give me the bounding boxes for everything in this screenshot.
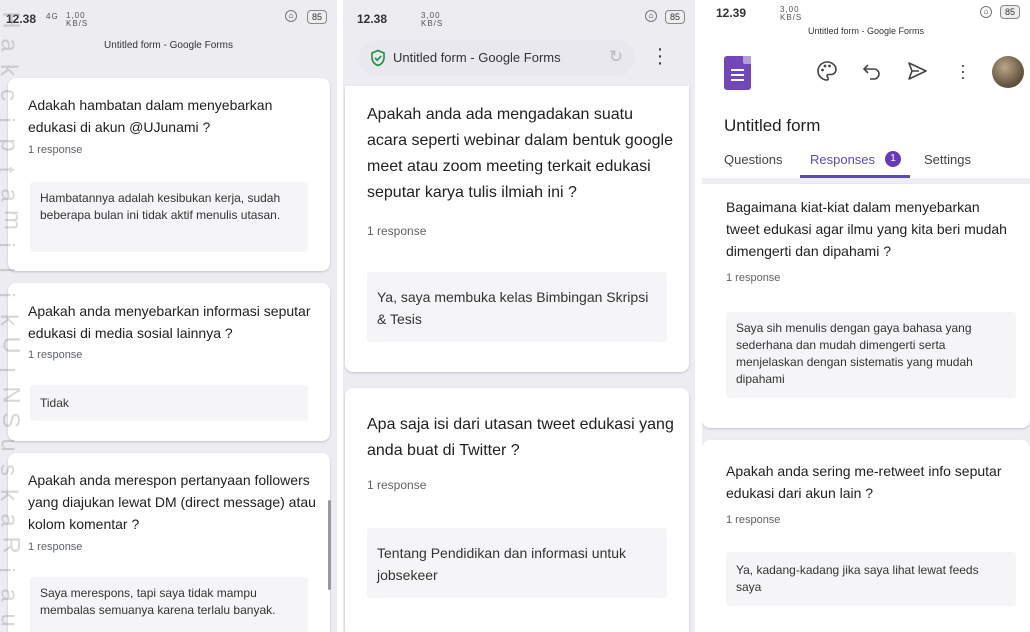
url-bar[interactable]: Untitled form - Google Forms ↻ xyxy=(359,40,635,76)
watermark-letter: u xyxy=(0,438,23,451)
watermark-letter: R xyxy=(0,536,25,554)
lock-icon: ⌂ xyxy=(645,10,657,22)
watermark-letter: U xyxy=(0,336,25,354)
question-text: Apakah anda ada mengadakan suatu acara s… xyxy=(367,106,673,201)
battery-indicator: 85 xyxy=(664,10,685,24)
screenshot-panel-1: 12.38 4G 1,00 KB/S ⌂ 85 Untitled form - … xyxy=(0,0,337,632)
watermark-letter: a xyxy=(0,188,23,201)
status-time: 12.39 xyxy=(716,6,747,20)
battery-indicator: 85 xyxy=(306,10,327,24)
question-text: Adakah hambatan dalam menyebarkan edukas… xyxy=(28,97,273,135)
answer-text: Saya sih menulis dengan gaya bahasa yang… xyxy=(726,312,1016,398)
watermark-letter: a xyxy=(0,38,23,51)
active-tab-indicator xyxy=(800,175,910,178)
status-speed: 3,00 KB/S xyxy=(421,11,444,28)
palette-icon[interactable] xyxy=(816,60,838,82)
responses-count-badge: 1 xyxy=(885,151,901,167)
avatar[interactable] xyxy=(992,56,1024,88)
status-speed: 1,00 KB/S xyxy=(66,11,89,28)
question-text: Apakah anda sering me-retweet info seput… xyxy=(726,463,1002,501)
response-card: Apakah anda menyebarkan informasi seputa… xyxy=(8,283,330,441)
response-count: 1 response xyxy=(726,514,781,526)
watermark-letter: s xyxy=(0,464,22,476)
response-card: Apakah anda ada mengadakan suatu acara s… xyxy=(345,86,689,372)
response-card: Apakah anda sering me-retweet info seput… xyxy=(702,440,1030,632)
page-title: Untitled form - Google Forms xyxy=(807,26,925,36)
watermark-letter: k xyxy=(0,489,22,501)
watermark-letter: p xyxy=(0,138,23,151)
watermark-letter: m xyxy=(0,210,26,230)
more-options-icon[interactable]: · · · xyxy=(958,56,968,86)
question-text: Apakah anda merespon pertanyaan follower… xyxy=(28,472,316,532)
tab-questions[interactable]: Questions xyxy=(724,152,783,167)
screenshot-panel-2: 12.38 3,00 KB/S ⌂ 85 Untitled form - Goo… xyxy=(343,0,695,632)
watermark-letter: c xyxy=(0,89,22,101)
watermark-letter: a xyxy=(0,588,23,601)
tab-responses[interactable]: Responses xyxy=(810,152,875,167)
lock-icon: ⌂ xyxy=(285,10,297,22)
more-options-icon[interactable]: · · · xyxy=(655,39,665,73)
status-time: 12.38 xyxy=(357,12,388,26)
lock-icon: ⌂ xyxy=(980,6,992,18)
page-header-bg xyxy=(0,58,337,78)
watermark-letter: i xyxy=(0,567,19,572)
status-bar: 12.38 4G 1,00 KB/S ⌂ 85 xyxy=(0,0,337,36)
response-card: Apa saja isi dari utasan tweet edukasi y… xyxy=(345,388,689,632)
form-title: Untitled form xyxy=(724,116,821,135)
watermark-letter: k xyxy=(0,314,22,326)
watermark-letter: u xyxy=(0,613,23,626)
google-forms-logo-icon xyxy=(724,56,751,90)
answer-text: Saya merespons, tapi saya tidak mampu me… xyxy=(30,577,308,632)
response-card: Bagaimana kiat-kiat dalam menyebarkan tw… xyxy=(702,184,1030,428)
answer-text: Tentang Pendidikan dan informasi untuk j… xyxy=(367,528,667,598)
status-signal: 4G xyxy=(46,12,59,21)
watermark-letter: l xyxy=(0,267,19,272)
watermark-letter: N xyxy=(0,386,25,404)
shield-check-icon xyxy=(371,49,385,67)
question-text: Apakah anda menyebarkan informasi seputa… xyxy=(28,303,311,341)
tab-settings[interactable]: Settings xyxy=(924,152,971,167)
response-count: 1 response xyxy=(367,224,427,238)
watermark-letter: I xyxy=(0,367,19,374)
response-count: 1 response xyxy=(367,478,427,492)
response-card: Apakah anda merespon pertanyaan follower… xyxy=(8,453,330,632)
status-bar: 12.38 3,00 KB/S ⌂ 85 xyxy=(343,0,695,36)
answer-text: Ya, kadang-kadang jika saya lihat lewat … xyxy=(726,552,1016,606)
watermark-letter: t xyxy=(0,167,19,174)
answer-text: Hambatannya adalah kesibukan kerja, suda… xyxy=(30,182,308,252)
battery-indicator: 85 xyxy=(999,5,1020,19)
question-text: Bagaimana kiat-kiat dalam menyebarkan tw… xyxy=(726,199,1007,259)
response-count: 1 response xyxy=(28,144,83,156)
watermark-letter: i xyxy=(0,292,19,297)
question-text: Apa saja isi dari utasan tweet edukasi y… xyxy=(367,416,674,459)
screenshot-panel-3: 12.39 3,00 KB/S ⌂ 85 Untitled form - Goo… xyxy=(702,0,1030,632)
answer-text: Tidak xyxy=(30,385,308,421)
watermark-letter: i xyxy=(0,242,19,247)
watermark-letter: H xyxy=(0,11,25,29)
scrollbar[interactable] xyxy=(328,500,331,590)
send-icon[interactable] xyxy=(906,60,928,82)
response-count: 1 response xyxy=(28,349,83,361)
url-title: Untitled form - Google Forms xyxy=(393,50,561,65)
response-card: Adakah hambatan dalam menyebarkan edukas… xyxy=(8,78,330,271)
response-count: 1 response xyxy=(726,272,781,284)
response-count: 1 response xyxy=(28,541,83,553)
status-speed: 3,00 KB/S xyxy=(780,5,803,22)
answer-text: Ya, saya membuka kelas Bimbingan Skripsi… xyxy=(367,272,667,342)
page-title: Untitled form - Google Forms xyxy=(104,40,233,51)
watermark-letter: k xyxy=(0,64,22,76)
watermark-letter: S xyxy=(0,412,24,428)
watermark-letter: i xyxy=(0,117,19,122)
undo-icon[interactable] xyxy=(862,61,882,81)
watermark-letter: a xyxy=(0,513,23,526)
reload-icon[interactable]: ↻ xyxy=(609,47,623,67)
